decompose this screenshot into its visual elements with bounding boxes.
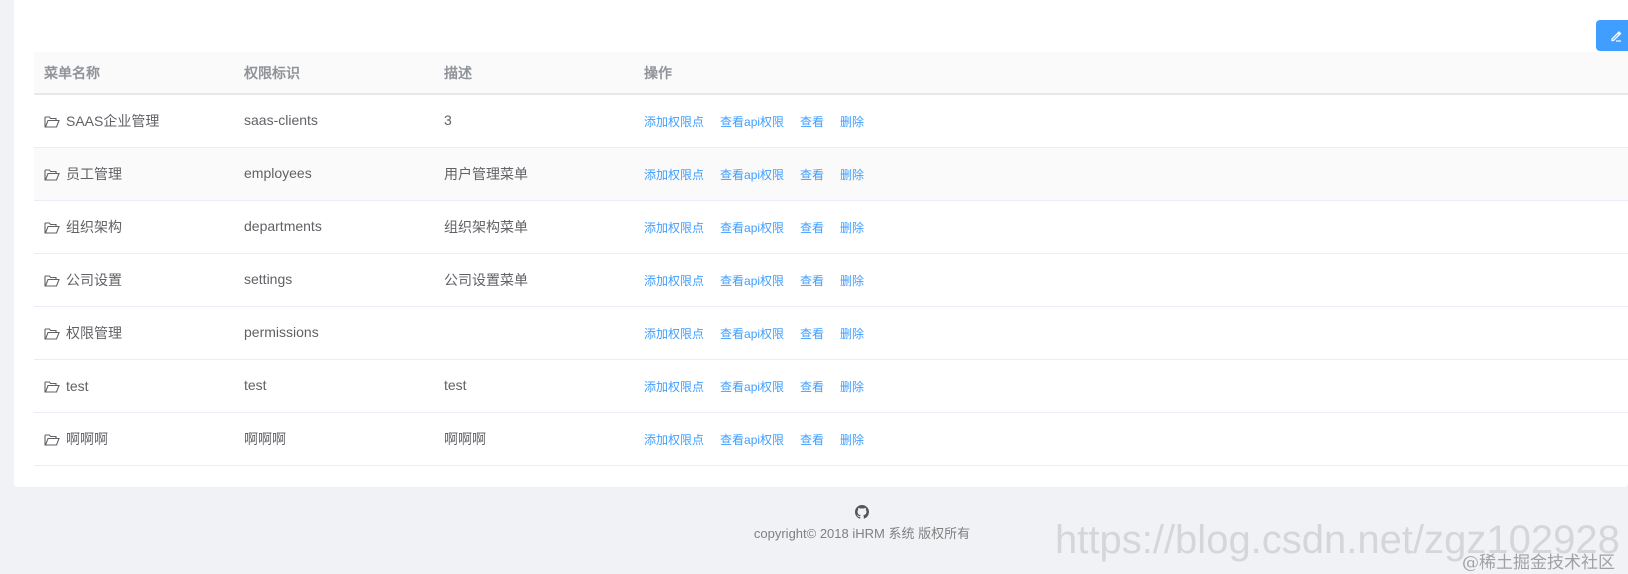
view-api-permission-link[interactable]: 查看api权限 [720,166,784,183]
add-permission-point-link[interactable]: 添加权限点 [644,166,704,183]
header-description: 描述 [444,64,472,81]
delete-link[interactable]: 删除 [840,113,864,130]
menu-name: SAAS企业管理 [66,113,160,129]
menu-name: 权限管理 [66,325,122,341]
description: 啊啊啊 [444,431,486,447]
permission-management-page: 菜单名称 权限标识 描述 操作 SAAS企业管理 saas-clients 3 … [0,0,1628,574]
view-api-permission-link[interactable]: 查看api权限 [720,113,784,130]
description: 用户管理菜单 [444,166,528,182]
menu-name: 员工管理 [66,166,122,182]
folder-open-icon [44,168,60,181]
permissions-table: 菜单名称 权限标识 描述 操作 SAAS企业管理 saas-clients 3 … [34,52,1628,466]
delete-link[interactable]: 删除 [840,325,864,342]
menu-name: 公司设置 [66,272,122,288]
header-permission-code: 权限标识 [244,64,300,81]
description: test [444,377,467,393]
delete-link[interactable]: 删除 [840,219,864,236]
permission-code: departments [244,218,322,234]
table-row: 啊啊啊 啊啊啊 啊啊啊 添加权限点 查看api权限 查看 删除 [34,413,1628,466]
delete-link[interactable]: 删除 [840,166,864,183]
delete-link[interactable]: 删除 [840,378,864,395]
copyright-text: copyright© 2018 iHRM 系统 版权所有 [753,526,971,541]
folder-open-icon [44,433,60,446]
table-header: 菜单名称 权限标识 描述 操作 [34,52,1628,95]
delete-link[interactable]: 删除 [840,272,864,289]
menu-name: 组织架构 [66,219,122,235]
description: 3 [444,112,452,128]
folder-open-icon [44,380,60,393]
table-body: SAAS企业管理 saas-clients 3 添加权限点 查看api权限 查看… [34,95,1628,466]
view-api-permission-link[interactable]: 查看api权限 [720,219,784,236]
description: 组织架构菜单 [444,219,528,235]
folder-open-icon [44,274,60,287]
delete-link[interactable]: 删除 [840,431,864,448]
watermark-community: @稀土掘金技术社区 [1462,553,1615,573]
view-api-permission-link[interactable]: 查看api权限 [720,272,784,289]
github-icon[interactable] [855,505,869,519]
add-permission-point-link[interactable]: 添加权限点 [644,431,704,448]
view-link[interactable]: 查看 [800,219,824,236]
description: 公司设置菜单 [444,272,528,288]
add-permission-point-link[interactable]: 添加权限点 [644,272,704,289]
add-permission-point-link[interactable]: 添加权限点 [644,219,704,236]
edit-icon [1611,30,1622,42]
table-row: test test test 添加权限点 查看api权限 查看 删除 [34,360,1628,413]
add-permission-point-link[interactable]: 添加权限点 [644,113,704,130]
permission-code: employees [244,165,312,181]
table-row: 员工管理 employees 用户管理菜单 添加权限点 查看api权限 查看 删… [34,148,1628,201]
page-footer: copyright© 2018 iHRM 系统 版权所有 [0,505,1628,543]
view-link[interactable]: 查看 [800,378,824,395]
table-row: 组织架构 departments 组织架构菜单 添加权限点 查看api权限 查看… [34,201,1628,254]
view-link[interactable]: 查看 [800,325,824,342]
view-api-permission-link[interactable]: 查看api权限 [720,431,784,448]
folder-open-icon [44,115,60,128]
view-api-permission-link[interactable]: 查看api权限 [720,325,784,342]
table-row: 公司设置 settings 公司设置菜单 添加权限点 查看api权限 查看 删除 [34,254,1628,307]
folder-open-icon [44,327,60,340]
view-link[interactable]: 查看 [800,113,824,130]
folder-open-icon [44,221,60,234]
permission-code: settings [244,271,293,287]
edit-button[interactable] [1596,20,1628,51]
menu-name: test [66,378,89,394]
view-api-permission-link[interactable]: 查看api权限 [720,378,784,395]
permission-code: test [244,377,267,393]
menu-name: 啊啊啊 [66,431,108,447]
view-link[interactable]: 查看 [800,431,824,448]
permission-code: 啊啊啊 [244,431,286,447]
add-permission-point-link[interactable]: 添加权限点 [644,325,704,342]
header-actions: 操作 [644,64,672,81]
add-permission-point-link[interactable]: 添加权限点 [644,378,704,395]
header-menu-name: 菜单名称 [44,64,100,81]
table-row: 权限管理 permissions 添加权限点 查看api权限 查看 删除 [34,307,1628,360]
permission-code: saas-clients [244,112,318,128]
view-link[interactable]: 查看 [800,272,824,289]
view-link[interactable]: 查看 [800,166,824,183]
table-row: SAAS企业管理 saas-clients 3 添加权限点 查看api权限 查看… [34,95,1628,148]
permission-code: permissions [244,324,319,340]
